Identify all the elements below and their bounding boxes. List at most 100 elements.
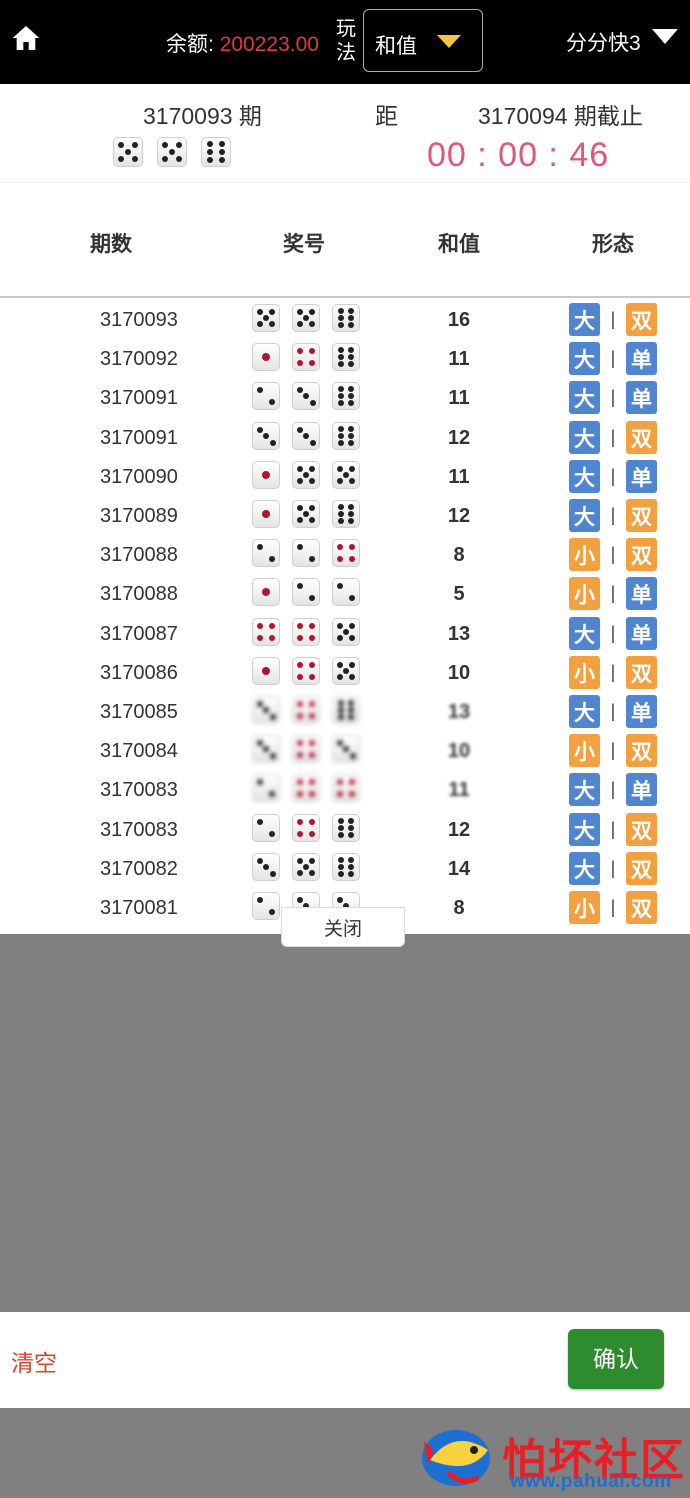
row-dice: [252, 774, 360, 802]
table-row: 3170088 5 小 | 单: [0, 574, 690, 613]
die-5-icon: [292, 304, 320, 332]
die-3-icon: [252, 735, 280, 763]
play-mode-select[interactable]: 和值: [363, 9, 483, 72]
die-5-icon: [252, 304, 280, 332]
size-badge: 大: [569, 852, 600, 885]
die-6-icon: [332, 814, 360, 842]
home-icon[interactable]: [10, 22, 42, 54]
size-badge: 大: [569, 499, 600, 532]
row-sum: 8: [453, 544, 465, 566]
parity-badge: 双: [626, 852, 657, 885]
balance: 余额: 200223.00: [166, 28, 319, 58]
play-mode-value: 和值: [375, 35, 417, 58]
size-badge: 大: [569, 773, 600, 806]
size-badge: 小: [569, 734, 600, 767]
row-period: 3170088: [100, 583, 178, 605]
watermark: 怕坏社区 www.pahuai.com: [418, 1418, 690, 1498]
parity-badge: 双: [626, 813, 657, 846]
table-row: 3170083 11 大 | 单: [0, 770, 690, 809]
badge-separator: |: [610, 348, 616, 368]
table-row: 3170083 12 大 | 双: [0, 810, 690, 849]
divider: [0, 182, 690, 183]
size-badge: 大: [569, 460, 600, 493]
row-sum: 12: [447, 427, 471, 449]
row-pattern: 大 | 双: [569, 499, 657, 532]
top-bar: 余额: 200223.00 玩法 和值 分分快3: [0, 0, 690, 84]
badge-separator: |: [610, 427, 616, 447]
badge-separator: |: [610, 387, 616, 407]
badge-separator: |: [610, 897, 616, 917]
row-sum: 13: [447, 623, 471, 645]
die-1-icon: [252, 343, 280, 371]
size-badge: 大: [569, 813, 600, 846]
table-row: 3170084 10 小 | 双: [0, 731, 690, 770]
parity-badge: 单: [626, 617, 657, 650]
table-row: 3170093 16 大 | 双: [0, 300, 690, 339]
row-sum: 11: [448, 348, 470, 370]
die-6-icon: [332, 422, 360, 450]
parity-badge: 单: [626, 577, 657, 610]
die-6-icon: [332, 696, 360, 724]
badge-separator: |: [610, 662, 616, 682]
row-period: 3170084: [100, 740, 178, 762]
size-badge: 大: [569, 381, 600, 414]
parity-badge: 双: [626, 656, 657, 689]
row-period: 3170088: [100, 544, 178, 566]
row-sum: 10: [447, 662, 471, 684]
row-period: 3170083: [100, 779, 178, 801]
row-pattern: 大 | 单: [569, 773, 657, 806]
row-dice: [252, 539, 360, 567]
badge-separator: |: [610, 623, 616, 643]
die-1-icon: [252, 461, 280, 489]
parity-badge: 双: [626, 421, 657, 454]
die-6-icon: [332, 343, 360, 371]
die-5-icon: [292, 461, 320, 489]
row-sum: 13: [447, 701, 471, 723]
row-pattern: 大 | 双: [569, 421, 657, 454]
die-5-icon: [157, 137, 187, 167]
row-period: 3170086: [100, 662, 178, 684]
row-pattern: 小 | 单: [569, 577, 657, 610]
row-dice: [252, 853, 360, 881]
die-2-icon: [252, 539, 280, 567]
die-4-icon: [332, 774, 360, 802]
row-pattern: 小 | 双: [569, 656, 657, 689]
die-4-icon: [292, 343, 320, 371]
row-dice: [252, 382, 360, 410]
die-5-icon: [113, 137, 143, 167]
size-badge: 小: [569, 656, 600, 689]
badge-separator: |: [610, 309, 616, 329]
size-badge: 小: [569, 577, 600, 610]
badge-separator: |: [610, 701, 616, 721]
row-dice: [252, 461, 360, 489]
die-2-icon: [252, 382, 280, 410]
badge-separator: |: [610, 740, 616, 760]
row-sum: 16: [447, 309, 471, 331]
row-dice: [252, 422, 360, 450]
row-sum: 10: [447, 740, 471, 762]
row-pattern: 小 | 双: [569, 538, 657, 571]
row-pattern: 大 | 双: [569, 813, 657, 846]
row-period: 3170087: [100, 623, 178, 645]
row-period: 3170085: [100, 701, 178, 723]
row-dice: [252, 500, 360, 528]
size-badge: 大: [569, 421, 600, 454]
row-sum: 11: [448, 387, 470, 409]
die-5-icon: [292, 853, 320, 881]
history-panel: 3170093 期 距 3170094 期截止 00 : 00 : 46 期数 …: [0, 84, 690, 934]
chevron-down-icon: [437, 35, 461, 48]
table-row: 3170090 11 大 | 单: [0, 457, 690, 496]
row-pattern: 大 | 单: [569, 695, 657, 728]
row-dice: [252, 578, 360, 606]
confirm-button[interactable]: 确认: [568, 1329, 664, 1389]
row-period: 3170089: [100, 505, 178, 527]
game-selector[interactable]: 分分快3: [566, 27, 641, 57]
fish-logo-icon: [422, 1430, 490, 1486]
distance-label: 距: [375, 103, 398, 129]
close-button[interactable]: 关闭: [281, 907, 405, 947]
die-1-icon: [252, 657, 280, 685]
clear-button[interactable]: 清空: [11, 1344, 57, 1378]
header-numbers: 奖号: [283, 233, 325, 256]
chevron-down-icon[interactable]: [651, 28, 679, 46]
row-period: 3170082: [100, 858, 178, 880]
